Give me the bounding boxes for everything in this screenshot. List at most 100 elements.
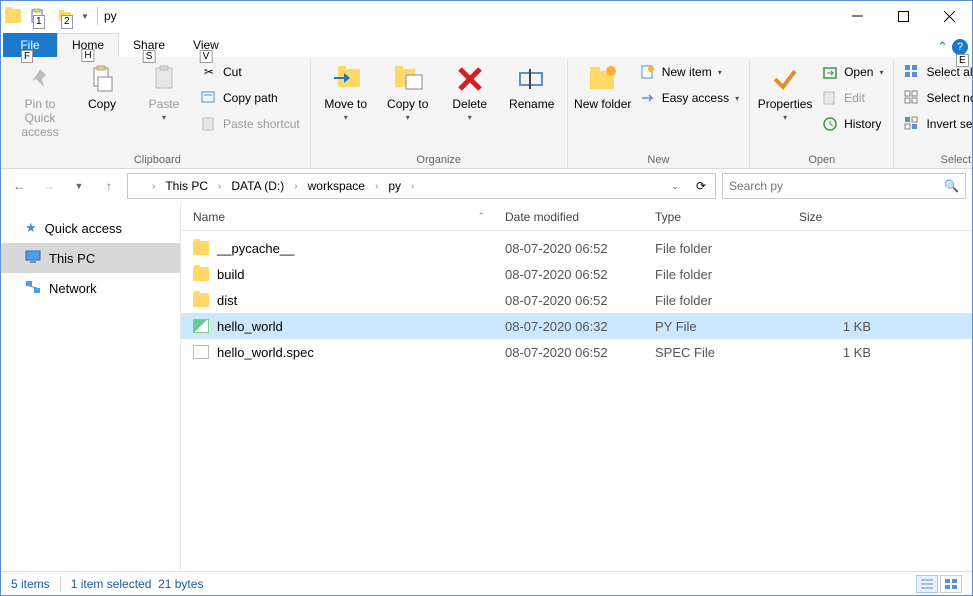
refresh-button[interactable]: ⟳ (687, 174, 715, 198)
quick-access-label: Quick access (45, 221, 122, 236)
new-item-button[interactable]: New item ▾ (636, 61, 743, 83)
history-button[interactable]: History (818, 113, 887, 135)
file-folder-icon (193, 267, 209, 281)
file-date: 08-07-2020 06:52 (505, 241, 655, 256)
breadcrumb-separator-icon[interactable]: › (407, 181, 418, 192)
paste-button[interactable]: Paste ▾ (135, 61, 193, 145)
easy-access-button[interactable]: Easy access ▾ (636, 87, 743, 109)
select-all-icon (904, 64, 920, 80)
breadcrumb-separator-icon[interactable]: › (290, 181, 301, 192)
pin-to-quick-access-button[interactable]: Pin to Quick access (11, 61, 69, 145)
header-name[interactable]: Name ⌃ (193, 210, 505, 224)
pin-icon (24, 63, 56, 95)
move-to-button[interactable]: Move to ▾ (317, 61, 375, 145)
address-dropdown[interactable]: ⌄ (663, 174, 687, 198)
keytip-e: E (956, 54, 969, 67)
breadcrumb-data-d[interactable]: DATA (D:) (227, 174, 288, 198)
file-row[interactable]: build08-07-2020 06:52File folder (181, 261, 972, 287)
new-folder-button[interactable]: New folder (574, 61, 632, 145)
file-row[interactable]: hello_world08-07-2020 06:32PY File1 KB (181, 313, 972, 339)
keytip-2: 2 (61, 15, 73, 29)
nav-quick-access[interactable]: ★ Quick access (1, 213, 180, 243)
invert-selection-button[interactable]: Invert selection (900, 113, 973, 135)
address-bar[interactable]: › This PC › DATA (D:) › workspace › py ›… (127, 173, 716, 199)
edit-label: Edit (844, 91, 865, 105)
file-tab[interactable]: File F (3, 33, 57, 57)
paste-dropdown-icon: ▾ (162, 113, 166, 122)
file-date: 08-07-2020 06:52 (505, 293, 655, 308)
breadcrumb-workspace[interactable]: workspace (304, 174, 369, 198)
header-date[interactable]: Date modified (505, 210, 655, 224)
details-view-button[interactable] (916, 575, 938, 593)
properties-label: Properties (758, 97, 813, 111)
header-size[interactable]: Size (799, 210, 871, 224)
delete-button[interactable]: Delete ▾ (441, 61, 499, 145)
app-folder-icon (5, 9, 21, 23)
clipboard-group-label: Clipboard (11, 152, 304, 168)
this-pc-icon (25, 250, 41, 267)
up-button[interactable]: ↑ (97, 174, 121, 198)
search-box[interactable]: 🔍 (722, 173, 966, 199)
cut-button[interactable]: ✂ Cut (197, 61, 304, 83)
column-headers: Name ⌃ Date modified Type Size (181, 203, 972, 231)
keytip-f: F (21, 50, 33, 63)
breadcrumb-this-pc[interactable]: This PC (161, 174, 212, 198)
file-list-pane: Name ⌃ Date modified Type Size __pycache… (181, 203, 972, 571)
back-button[interactable]: ← (7, 174, 31, 198)
open-button[interactable]: Open ▾ (818, 61, 887, 83)
file-date: 08-07-2020 06:52 (505, 267, 655, 282)
navigation-pane: ★ Quick access This PC Network (1, 203, 181, 571)
breadcrumb-separator-icon[interactable]: › (371, 181, 382, 192)
breadcrumb-separator-icon[interactable]: › (214, 181, 225, 192)
file-size: 1 KB (799, 345, 871, 360)
breadcrumb-py[interactable]: py (384, 174, 405, 198)
new-folder-label: New folder (574, 97, 631, 111)
edit-button[interactable]: Edit (818, 87, 887, 109)
home-tab[interactable]: Home H (57, 33, 119, 57)
forward-button[interactable]: → (37, 174, 61, 198)
nav-network[interactable]: Network (1, 273, 180, 303)
rename-button[interactable]: Rename (503, 61, 561, 145)
rename-label: Rename (509, 97, 554, 111)
maximize-button[interactable] (880, 1, 926, 31)
file-name: hello_world (217, 319, 283, 334)
nav-this-pc[interactable]: This PC (1, 243, 180, 273)
properties-button[interactable]: Properties ▾ (756, 61, 814, 145)
close-button[interactable] (926, 1, 972, 31)
status-bar: 5 items 1 item selected 21 bytes (1, 571, 972, 595)
file-row[interactable]: __pycache__08-07-2020 06:52File folder (181, 235, 972, 261)
file-row[interactable]: hello_world.spec08-07-2020 06:52SPEC Fil… (181, 339, 972, 365)
qat-new-folder-button[interactable]: 2 (53, 5, 79, 27)
address-folder-icon (132, 180, 146, 192)
qat-properties-button[interactable]: 1 (25, 5, 51, 27)
status-selected-count: 1 item selected (71, 577, 152, 591)
help-button[interactable]: ? E (952, 39, 968, 55)
file-row[interactable]: dist 08-07-2020 06:52File folder (181, 287, 972, 313)
file-size: 1 KB (799, 319, 871, 334)
properties-icon (769, 63, 801, 95)
file-type: PY File (655, 319, 799, 334)
file-name: dist (217, 293, 237, 308)
delete-label: Delete (452, 97, 487, 111)
invert-selection-icon (904, 116, 920, 132)
copy-to-button[interactable]: Copy to ▾ (379, 61, 437, 145)
chevron-down-icon: ▾ (406, 113, 410, 122)
collapse-ribbon-button[interactable]: ⌃ (937, 39, 948, 55)
thumbnails-view-button[interactable] (940, 575, 962, 593)
qat-customize-dropdown[interactable]: ▼ (81, 12, 91, 21)
copy-path-button[interactable]: Copy path (197, 87, 304, 109)
copy-button[interactable]: Copy (73, 61, 131, 145)
search-input[interactable] (729, 179, 944, 193)
header-type[interactable]: Type (655, 210, 799, 224)
file-date: 08-07-2020 06:52 (505, 345, 655, 360)
breadcrumb-separator-icon[interactable]: › (148, 181, 159, 192)
minimize-button[interactable] (834, 1, 880, 31)
share-tab[interactable]: Share S (119, 33, 179, 57)
paste-shortcut-button[interactable]: Paste shortcut (197, 113, 304, 135)
file-type: File folder (655, 293, 799, 308)
recent-dropdown[interactable]: ▼ (67, 174, 91, 198)
view-tab[interactable]: View V (179, 33, 233, 57)
select-none-button[interactable]: Select none (900, 87, 973, 109)
clipboard-group: Pin to Quick access Copy Paste ▾ ✂ Cut C… (5, 59, 311, 168)
quick-access-toolbar: 1 2 ▼ (25, 5, 91, 27)
